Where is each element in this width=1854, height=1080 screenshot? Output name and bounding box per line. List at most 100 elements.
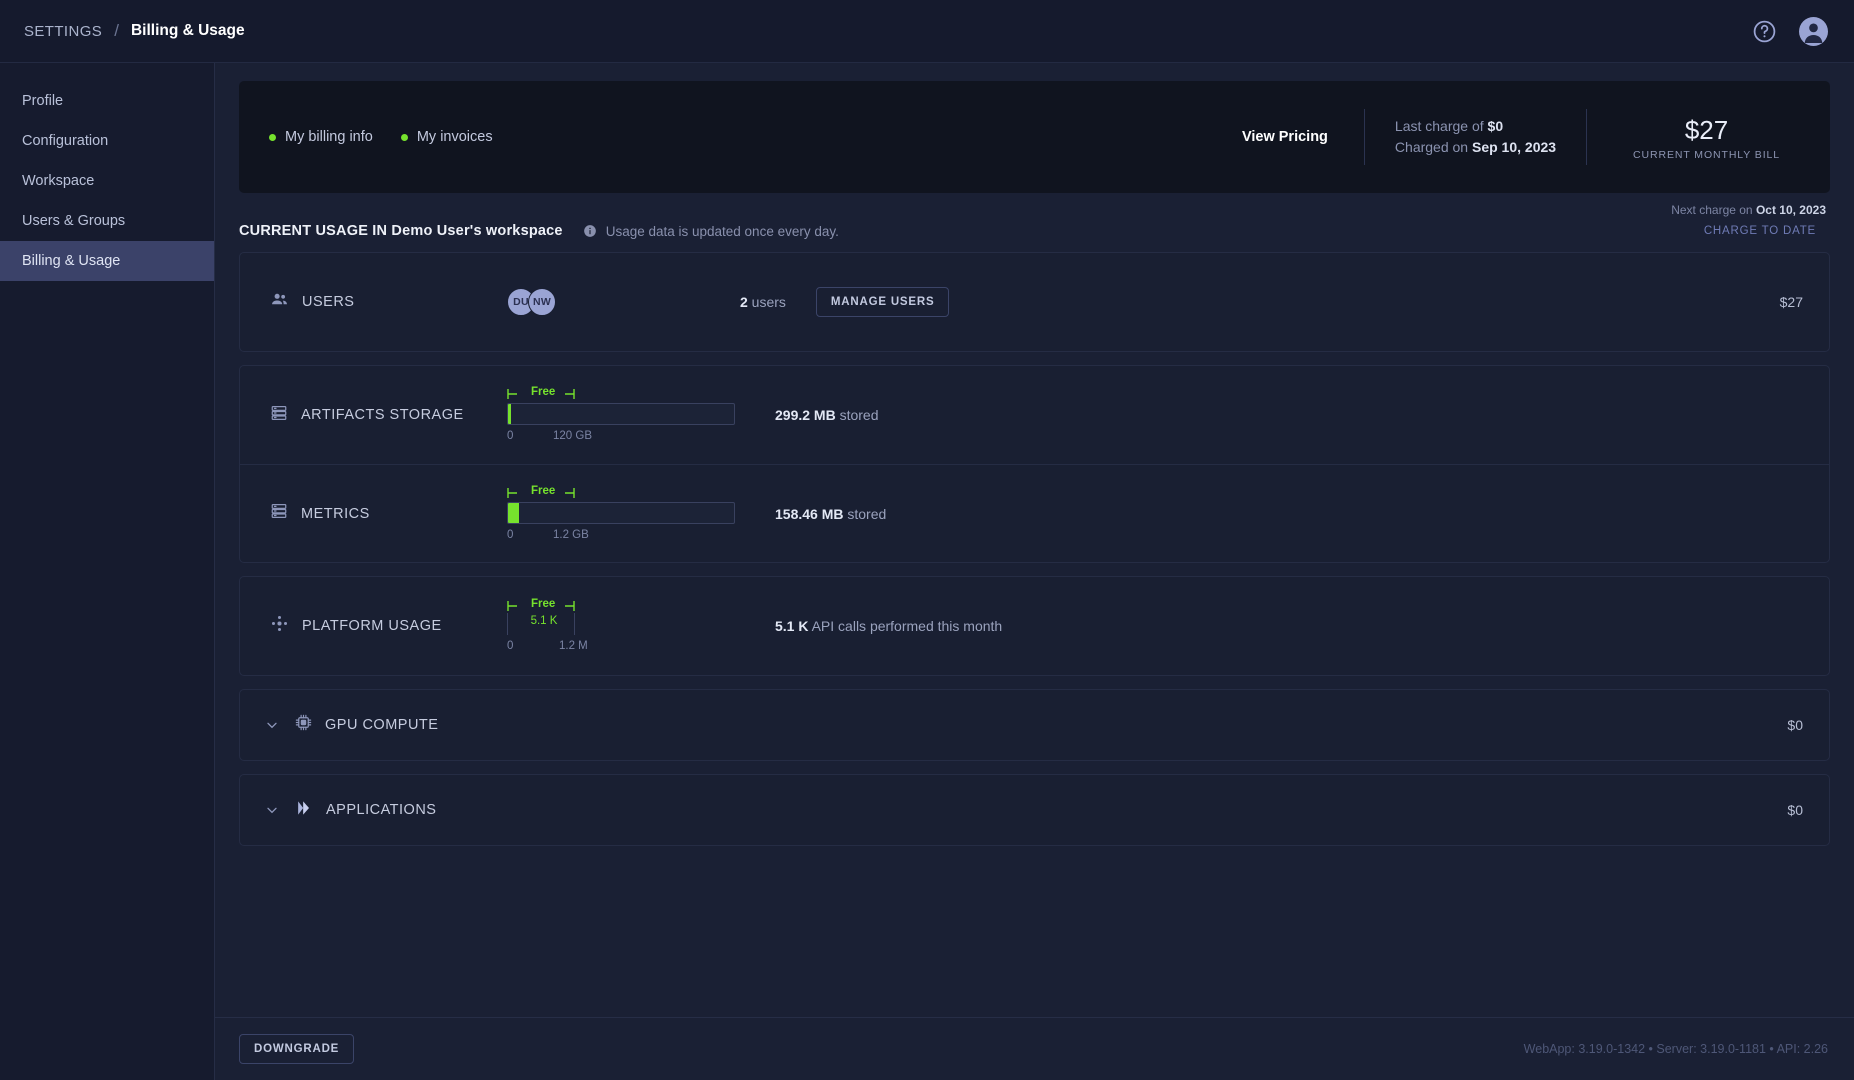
bullet-dot-icon — [269, 134, 276, 141]
top-bar: SETTINGS / Billing & Usage — [0, 0, 1854, 63]
users-row-label: USERS — [270, 290, 495, 314]
row-title: APPLICATIONS — [326, 802, 436, 818]
sidebar-item-configuration[interactable]: Configuration — [0, 121, 214, 161]
row-title: GPU COMPUTE — [325, 717, 438, 733]
charge-to-date-label: CHARGE TO DATE — [1704, 225, 1830, 237]
breadcrumb-current: Billing & Usage — [131, 22, 245, 40]
usage-header: CURRENT USAGE IN Demo User's workspace U… — [239, 223, 1830, 239]
view-pricing-link[interactable]: View Pricing — [1242, 129, 1364, 145]
users-amount: $27 — [1780, 294, 1803, 310]
manage-users-button[interactable]: MANAGE USERS — [816, 287, 950, 317]
users-count-value: 2 — [740, 294, 748, 310]
applications-card[interactable]: APPLICATIONS $0 — [239, 774, 1830, 846]
usage-progress-fill — [508, 404, 511, 424]
next-charge-prefix: Next charge on — [1671, 203, 1756, 217]
sidebar-item-profile[interactable]: Profile — [0, 81, 214, 121]
row-title: USERS — [302, 294, 354, 310]
breadcrumb-root[interactable]: SETTINGS — [24, 23, 102, 40]
users-card: USERS DU NW 2 users MANAGE USERS $27 — [239, 252, 1830, 352]
artifacts-storage-row: ARTIFACTS STORAGE Free — [240, 366, 1829, 464]
users-row: USERS DU NW 2 users MANAGE USERS $27 — [240, 253, 1829, 351]
last-charge-prefix: Last charge of — [1395, 118, 1488, 134]
next-charge-line: Next charge on Oct 10, 2023 — [239, 193, 1830, 217]
sidebar-item-billing-usage[interactable]: Billing & Usage — [0, 241, 214, 281]
usage-note: Usage data is updated once every day. — [606, 224, 839, 239]
billing-summary: View Pricing Last charge of $0 Charged o… — [1242, 102, 1804, 172]
next-charge-date: Oct 10, 2023 — [1756, 203, 1826, 217]
page-title: CURRENT USAGE IN Demo User's workspace — [239, 223, 563, 239]
tab-label: My invoices — [417, 129, 493, 145]
users-count: 2 users — [740, 294, 786, 310]
free-bracket: Free — [507, 485, 735, 502]
free-label: Free — [531, 598, 555, 610]
platform-usage-card: PLATFORM USAGE Free 5.1 K — [239, 576, 1830, 676]
usage-progress-fill — [508, 503, 519, 523]
stat-value: 299.2 MB — [775, 407, 836, 423]
axis-max: 1.2 GB — [553, 529, 589, 541]
row-title: METRICS — [301, 506, 370, 522]
users-count-label: users — [748, 294, 786, 310]
billing-banner: My billing info My invoices View Pricing… — [239, 81, 1830, 193]
platform-usage-stat: 5.1 K API calls performed this month — [775, 618, 1002, 634]
bullet-dot-icon — [401, 134, 408, 141]
metrics-row: METRICS Free 0 — [240, 464, 1829, 562]
current-monthly-bill: $27 CURRENT MONTHLY BILL — [1587, 114, 1804, 161]
stat-suffix: stored — [843, 506, 886, 522]
content-area: My billing info My invoices View Pricing… — [215, 63, 1854, 1080]
sidebar-item-workspace[interactable]: Workspace — [0, 161, 214, 201]
tick-left-icon — [507, 613, 508, 635]
usage-progress-bar — [507, 502, 735, 524]
sidebar-item-label: Billing & Usage — [22, 253, 120, 269]
usage-progress-bar — [507, 403, 735, 425]
storage-metrics-card: ARTIFACTS STORAGE Free — [239, 365, 1830, 563]
free-bracket: Free — [507, 386, 735, 403]
downgrade-button[interactable]: DOWNGRADE — [239, 1034, 354, 1064]
info-icon[interactable] — [583, 224, 597, 238]
stat-suffix: API calls performed this month — [808, 618, 1002, 634]
sidebar-item-label: Workspace — [22, 173, 94, 189]
platform-usage-meter: Free 5.1 K 0 1.2 M — [495, 598, 735, 654]
last-charge-line: Last charge of $0 — [1395, 116, 1556, 137]
artifacts-storage-stat: 299.2 MB stored — [775, 407, 879, 423]
sidebar-item-label: Configuration — [22, 133, 108, 149]
bill-label: CURRENT MONTHLY BILL — [1633, 149, 1780, 161]
gpu-chip-icon — [294, 713, 313, 737]
free-label: Free — [531, 485, 555, 497]
storage-icon — [270, 404, 288, 427]
app-shell: Profile Configuration Workspace Users & … — [0, 63, 1854, 1080]
gpu-compute-card[interactable]: GPU COMPUTE $0 — [239, 689, 1830, 761]
applications-amount: $0 — [1787, 802, 1803, 818]
users-icon — [270, 290, 289, 314]
tab-my-billing-info[interactable]: My billing info — [269, 129, 373, 145]
avatar[interactable]: NW — [528, 288, 556, 316]
charged-on-date: Sep 10, 2023 — [1472, 139, 1556, 155]
meter-ticks: 5.1 K — [507, 615, 735, 635]
tab-my-invoices[interactable]: My invoices — [401, 129, 493, 145]
platform-usage-icon — [270, 614, 289, 638]
platform-usage-label: PLATFORM USAGE — [270, 614, 495, 638]
metrics-label: METRICS — [270, 502, 495, 525]
gpu-compute-row[interactable]: GPU COMPUTE $0 — [240, 690, 1829, 760]
charged-on-prefix: Charged on — [1395, 139, 1472, 155]
meter-axis: 0 1.2 M — [507, 640, 735, 654]
breadcrumb-separator: / — [114, 21, 119, 41]
last-charge-block: Last charge of $0 Charged on Sep 10, 202… — [1365, 116, 1586, 158]
user-avatars: DU NW — [495, 288, 730, 316]
top-bar-actions — [1752, 17, 1828, 46]
applications-row[interactable]: APPLICATIONS $0 — [240, 775, 1829, 845]
scroll-area: My billing info My invoices View Pricing… — [215, 63, 1854, 1017]
chevron-down-icon[interactable] — [264, 802, 280, 818]
storage-icon — [270, 502, 288, 525]
user-avatar-icon[interactable] — [1799, 17, 1828, 46]
help-circle-icon[interactable] — [1752, 19, 1777, 44]
tick-right-icon — [574, 613, 575, 635]
sidebar-item-users-groups[interactable]: Users & Groups — [0, 201, 214, 241]
free-bracket: Free — [507, 598, 735, 615]
stat-suffix: stored — [836, 407, 879, 423]
tab-label: My billing info — [285, 129, 373, 145]
gpu-compute-amount: $0 — [1787, 717, 1803, 733]
platform-usage-row: PLATFORM USAGE Free 5.1 K — [240, 577, 1829, 675]
chevron-down-icon[interactable] — [264, 717, 280, 733]
free-label: Free — [531, 386, 555, 398]
axis-min: 0 — [507, 640, 513, 652]
